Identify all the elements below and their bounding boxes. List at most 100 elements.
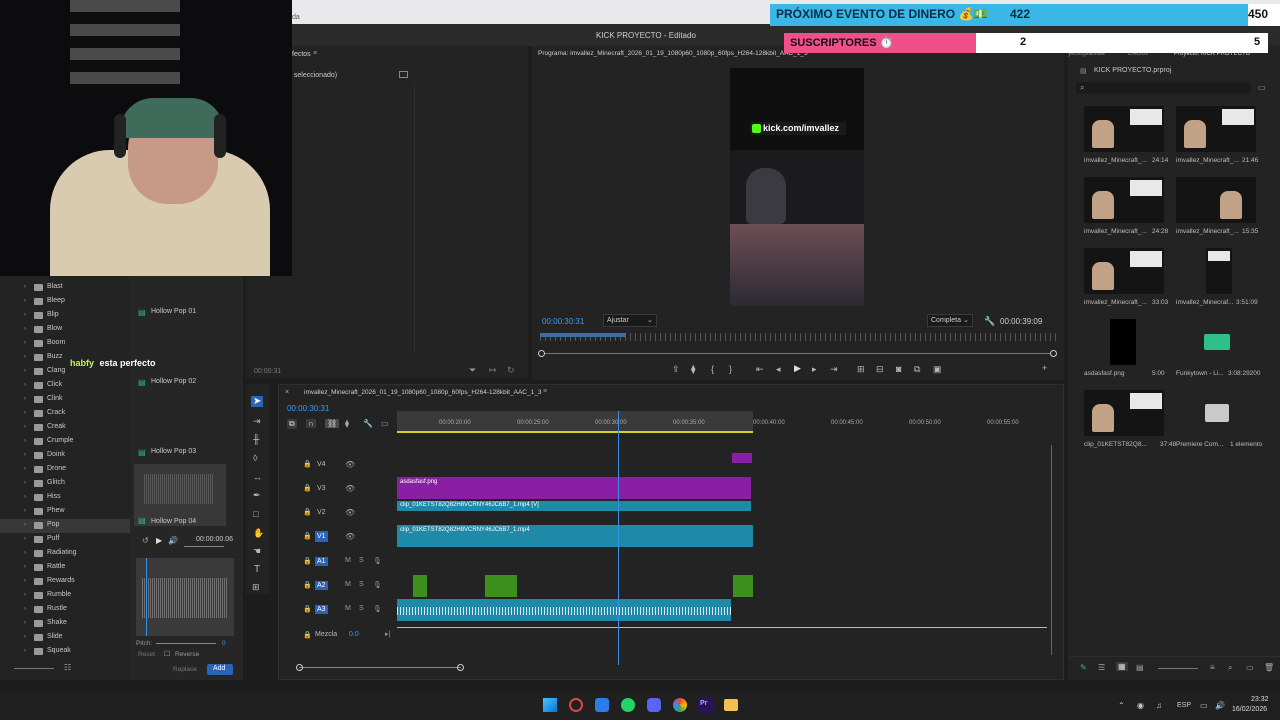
icon-view-icon[interactable]: ▦: [1116, 662, 1128, 671]
sfx-category[interactable]: › Doink: [0, 449, 130, 463]
sfx-category[interactable]: › Slide: [0, 631, 130, 645]
app-icon[interactable]: [595, 698, 609, 712]
go-to-out-icon[interactable]: ⇥: [830, 364, 838, 375]
project-thumb[interactable]: [1084, 390, 1164, 436]
clip-v4[interactable]: [732, 453, 752, 463]
new-bin-icon[interactable]: ▭: [1258, 83, 1266, 92]
sfx-category[interactable]: › Blast: [0, 281, 130, 295]
go-to-in-icon[interactable]: ⇤: [756, 364, 764, 375]
loop-icon[interactable]: ↻: [507, 365, 515, 376]
sort-icon[interactable]: ≡: [1210, 663, 1215, 672]
mix-arrow-icon[interactable]: ▸|: [385, 630, 390, 638]
playhead[interactable]: [618, 411, 619, 665]
volume-slider[interactable]: [184, 546, 224, 547]
mute-icon[interactable]: M: [345, 581, 351, 588]
sfx-category[interactable]: › Click: [0, 379, 130, 393]
add-button[interactable]: Add: [207, 664, 233, 675]
slip-icon[interactable]: ↔: [253, 472, 262, 482]
lock-icon[interactable]: 🔒: [303, 460, 312, 468]
tray-icon[interactable]: ♫: [1156, 701, 1162, 710]
scroll-handle-right[interactable]: [457, 664, 464, 671]
sfx-category[interactable]: › Rewards: [0, 575, 130, 589]
mark-in-icon[interactable]: {: [711, 364, 714, 374]
ripple-edit-icon[interactable]: ╫: [253, 434, 259, 444]
add-button-icon[interactable]: +: [1042, 363, 1047, 373]
list-zoom-slider[interactable]: [14, 668, 54, 669]
lock-icon[interactable]: 🔒: [303, 532, 312, 540]
reverse-checkbox[interactable]: ☐: [164, 650, 170, 658]
track-label-v1[interactable]: V1: [315, 531, 328, 542]
project-thumb[interactable]: [1176, 177, 1256, 223]
clip-v3[interactable]: asdasfasf.png: [397, 477, 751, 499]
compare-icon[interactable]: ⧉: [914, 364, 920, 375]
solo-icon[interactable]: S: [359, 557, 364, 564]
clock-date[interactable]: 16/02/2026: [1232, 706, 1267, 713]
mic-icon[interactable]: 🎙: [373, 605, 382, 613]
sfx-category[interactable]: › Drone: [0, 463, 130, 477]
captions-icon[interactable]: ⊞: [252, 582, 260, 593]
add-marker-icon[interactable]: ⧫: [345, 419, 349, 428]
sfx-category[interactable]: › Bleep: [0, 295, 130, 309]
zoom-handle-left[interactable]: [538, 350, 545, 357]
project-thumb[interactable]: [1206, 248, 1232, 294]
insert-icon[interactable]: ⊞: [857, 364, 865, 375]
tray-icon[interactable]: ◉: [1137, 701, 1144, 710]
audio-waveform-icon[interactable]: [1204, 334, 1230, 350]
effects-tab[interactable]: fectos: [292, 51, 311, 58]
lock-icon[interactable]: 🔒: [303, 484, 312, 492]
linked-selection-icon[interactable]: ⛓: [325, 419, 340, 428]
trash-icon[interactable]: 🗑: [1264, 663, 1274, 672]
track-label-a2[interactable]: A2: [315, 581, 328, 590]
eye-icon[interactable]: 👁: [345, 508, 355, 517]
pitch-slider[interactable]: [156, 643, 216, 644]
track-select-icon[interactable]: ⇥: [253, 416, 261, 427]
captions-icon[interactable]: ▭: [381, 419, 389, 428]
pencil-icon[interactable]: ✎: [1080, 663, 1087, 672]
sfx-category[interactable]: › Hiss: [0, 491, 130, 505]
clip-v2[interactable]: clip_01KETST82Q82H8VCRNY46JC6B7_1.mp4 [V…: [397, 501, 751, 511]
track-label-a1[interactable]: A1: [315, 557, 328, 566]
hand-icon[interactable]: ✋: [253, 528, 264, 539]
camera-icon[interactable]: ◙: [896, 364, 901, 374]
mark-out-icon[interactable]: }: [729, 364, 732, 374]
language-indicator[interactable]: ESP: [1177, 702, 1191, 709]
timeline-timecode[interactable]: 00:00:30:31: [287, 404, 329, 413]
timeline-v-scroll[interactable]: [1051, 445, 1052, 655]
tab-menu-icon[interactable]: ≡: [313, 50, 317, 57]
list-view-icon[interactable]: ☰: [1098, 663, 1105, 672]
selection-tool-icon[interactable]: ➤: [251, 396, 264, 407]
sfx-category[interactable]: › Crumple: [0, 435, 130, 449]
project-thumb[interactable]: [1084, 248, 1164, 294]
sfx-category[interactable]: › Puff: [0, 533, 130, 547]
lock-icon[interactable]: 🔒: [303, 508, 312, 516]
hand-tool-icon[interactable]: ☚: [253, 546, 261, 557]
folder-icon[interactable]: [1205, 404, 1229, 422]
step-back-icon[interactable]: ◂: [776, 364, 781, 375]
play-icon[interactable]: ▶: [794, 363, 801, 374]
tab-menu-icon[interactable]: ≡: [543, 388, 547, 395]
sfx-item[interactable]: ▤ Hollow Pop 01: [134, 284, 226, 346]
clip-v1[interactable]: clip_01KETST82Q82H8VCRNY46JC6B7_1.mp4: [397, 525, 753, 547]
project-search-input[interactable]: ⌕: [1076, 82, 1250, 94]
premiere-icon[interactable]: Pr: [698, 697, 714, 713]
lift-icon[interactable]: ⇪: [672, 364, 680, 375]
clip-a2-sfx[interactable]: [413, 575, 427, 597]
zoom-slider[interactable]: [1158, 668, 1198, 669]
volume-icon[interactable]: 🔊: [1215, 701, 1225, 710]
sfx-category[interactable]: › Clink: [0, 393, 130, 407]
wrench-icon[interactable]: 🔧: [984, 316, 995, 327]
replace-button[interactable]: Replace: [173, 666, 197, 673]
type-icon[interactable]: T: [254, 564, 260, 575]
sfx-category[interactable]: › Blow: [0, 323, 130, 337]
fit-dropdown[interactable]: Ajustar ⌄: [603, 314, 657, 327]
mix-value[interactable]: 0.0: [349, 631, 359, 638]
quality-dropdown[interactable]: Completa ⌄: [927, 314, 973, 327]
sfx-category[interactable]: › Crack: [0, 407, 130, 421]
step-forward-icon[interactable]: ▸: [812, 364, 817, 375]
sfx-category[interactable]: › Rattle: [0, 561, 130, 575]
sfx-category-selected[interactable]: › Pop: [0, 519, 130, 533]
solo-icon[interactable]: S: [359, 581, 364, 588]
vr-icon[interactable]: ▣: [933, 364, 942, 375]
chevron-up-icon[interactable]: ⌃: [1118, 701, 1125, 710]
eye-icon[interactable]: 👁: [345, 532, 355, 541]
